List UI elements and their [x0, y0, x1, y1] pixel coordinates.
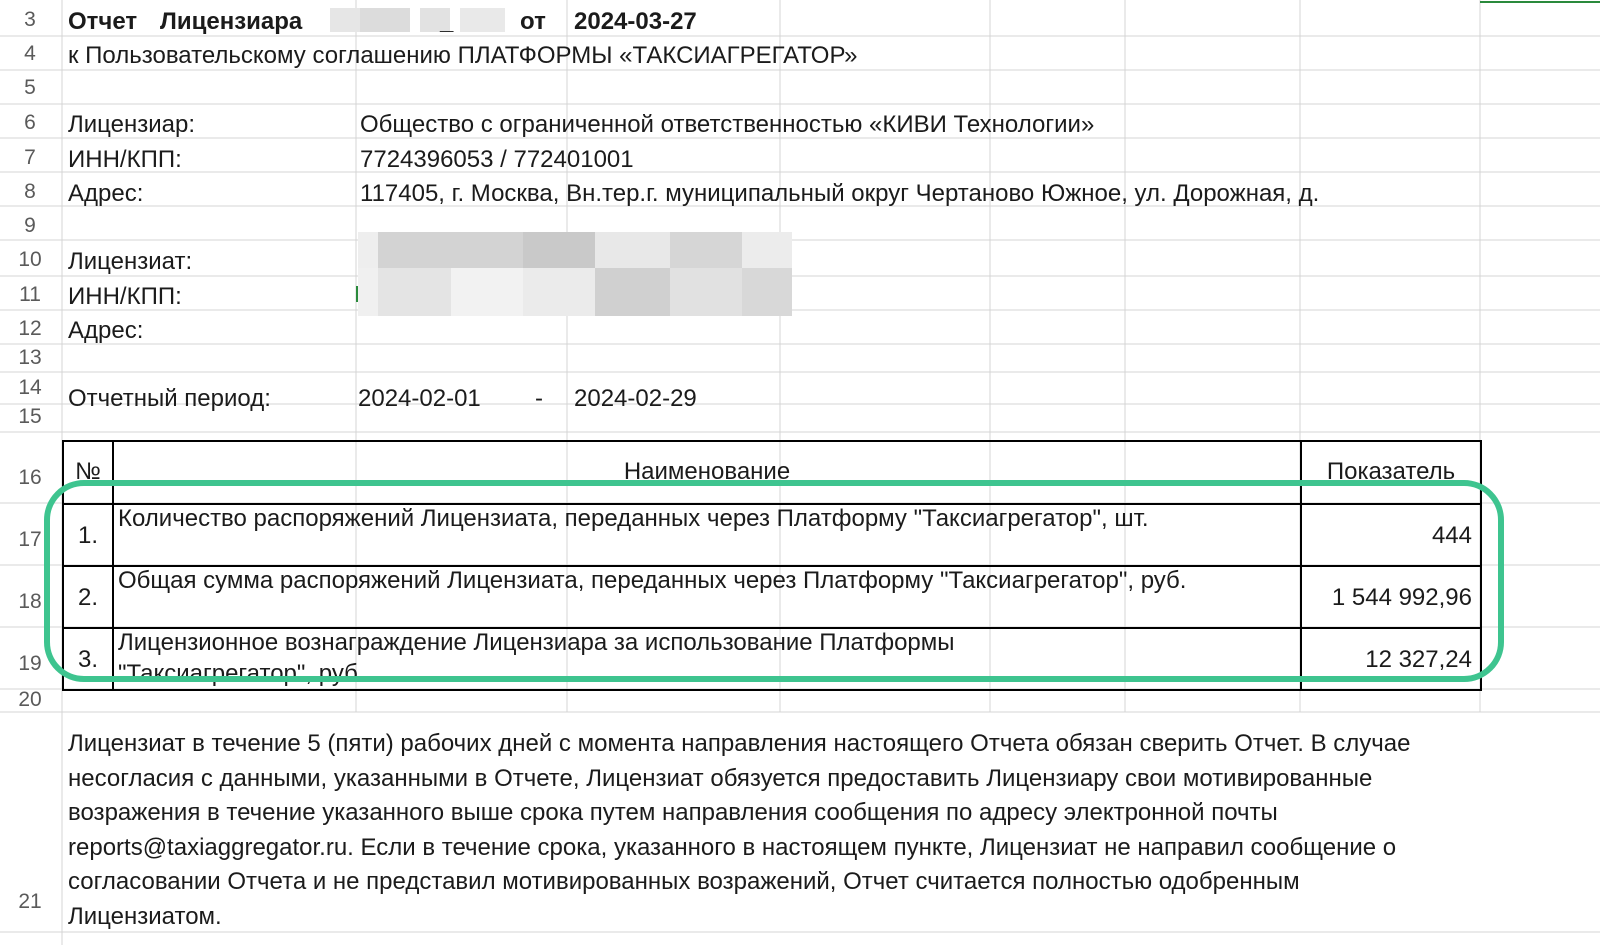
table-border-right: [1480, 440, 1482, 691]
row-number[interactable]: 5: [0, 76, 60, 100]
licensor-inn-label: ИНН/КПП:: [68, 146, 182, 173]
row-number[interactable]: 20: [0, 688, 60, 712]
report-subtitle: к Пользовательскому соглашению ПЛАТФОРМЫ…: [68, 42, 858, 69]
licensor-value: Общество с ограниченной ответственностью…: [360, 111, 1095, 138]
licensor-label: Лицензиар:: [68, 111, 196, 138]
table-border-bottom: [62, 689, 1482, 691]
row-number[interactable]: 3: [0, 8, 60, 32]
licensor-address-value: 117405, г. Москва, Вн.тер.г. муниципальн…: [360, 180, 1320, 207]
table-row-name: Количество распоряжений Лицензиата, пере…: [118, 505, 1149, 532]
redacted-block: [742, 268, 792, 316]
table-row-num: 1.: [77, 522, 98, 549]
redacted-block: [670, 232, 742, 268]
row-number[interactable]: 15: [0, 405, 60, 429]
row-number[interactable]: 10: [0, 248, 60, 272]
licensee-inn-label: ИНН/КПП:: [68, 283, 182, 310]
redacted-block: [358, 232, 378, 268]
table-row-num: 3.: [77, 646, 98, 673]
row-number[interactable]: 9: [0, 214, 60, 238]
licensor-address-label: Адрес:: [68, 180, 144, 207]
period-end: 2024-02-29: [574, 385, 697, 412]
redacted-block: [330, 8, 360, 32]
table-border-top: [62, 440, 1482, 442]
licensee-address-label: Адрес:: [68, 317, 144, 344]
redacted-block: [523, 232, 595, 268]
period-label: Отчетный период:: [68, 385, 271, 412]
row-number[interactable]: 19: [0, 652, 60, 676]
row-number[interactable]: 4: [0, 42, 60, 66]
redacted-block: [378, 232, 523, 268]
table-row-value: 444: [1431, 522, 1472, 549]
period-start: 2024-02-01: [358, 385, 481, 412]
redacted-block: [460, 8, 505, 32]
table-row-num: 2.: [77, 584, 98, 611]
row-number[interactable]: 8: [0, 180, 60, 204]
table-row-value: 12 327,24: [1365, 646, 1472, 673]
report-date: 2024-03-27: [574, 8, 697, 35]
table-row-name: Общая сумма распоряжений Лицензиата, пер…: [118, 567, 1187, 594]
redacted-block: [451, 268, 523, 316]
redacted-block: [595, 232, 670, 268]
table-row-value: 1 544 992,96: [1331, 584, 1472, 611]
row-number[interactable]: 18: [0, 590, 60, 614]
redacted-block: [670, 268, 742, 316]
redacted-block: [378, 268, 451, 316]
period-dash: -: [535, 385, 543, 412]
col-name-header: Наименование: [623, 458, 791, 485]
redacted-block: [360, 8, 410, 32]
licensor-word: Лицензиара: [160, 8, 303, 35]
redacted-block: [742, 232, 792, 268]
row-number[interactable]: 14: [0, 376, 60, 400]
ot-word: от: [520, 8, 546, 35]
licensee-label: Лицензиат:: [68, 248, 193, 275]
row-number[interactable]: 11: [0, 283, 60, 307]
row-number[interactable]: 6: [0, 111, 60, 135]
cell-indicator: [356, 286, 358, 302]
redacted-block: [595, 268, 670, 316]
redacted-block: [358, 268, 378, 316]
licensor-inn-value: 7724396053 / 772401001: [360, 146, 634, 173]
underscore: _: [440, 8, 454, 35]
row-number[interactable]: 7: [0, 146, 60, 170]
col-value-header: Показатель: [1326, 458, 1456, 485]
row-number[interactable]: 16: [0, 466, 60, 490]
table-row-name: Лицензионное вознаграждение Лицензиара з…: [118, 629, 955, 687]
footer-paragraph: Лицензиат в течение 5 (пяти) рабочих дне…: [68, 730, 1411, 930]
row-number[interactable]: 17: [0, 528, 60, 552]
col-num-header: №: [75, 458, 101, 485]
row-number[interactable]: 13: [0, 346, 60, 370]
row-number[interactable]: 12: [0, 317, 60, 341]
redacted-block: [523, 268, 595, 316]
row-number[interactable]: 21: [0, 890, 60, 914]
report-word: Отчет: [68, 8, 138, 35]
